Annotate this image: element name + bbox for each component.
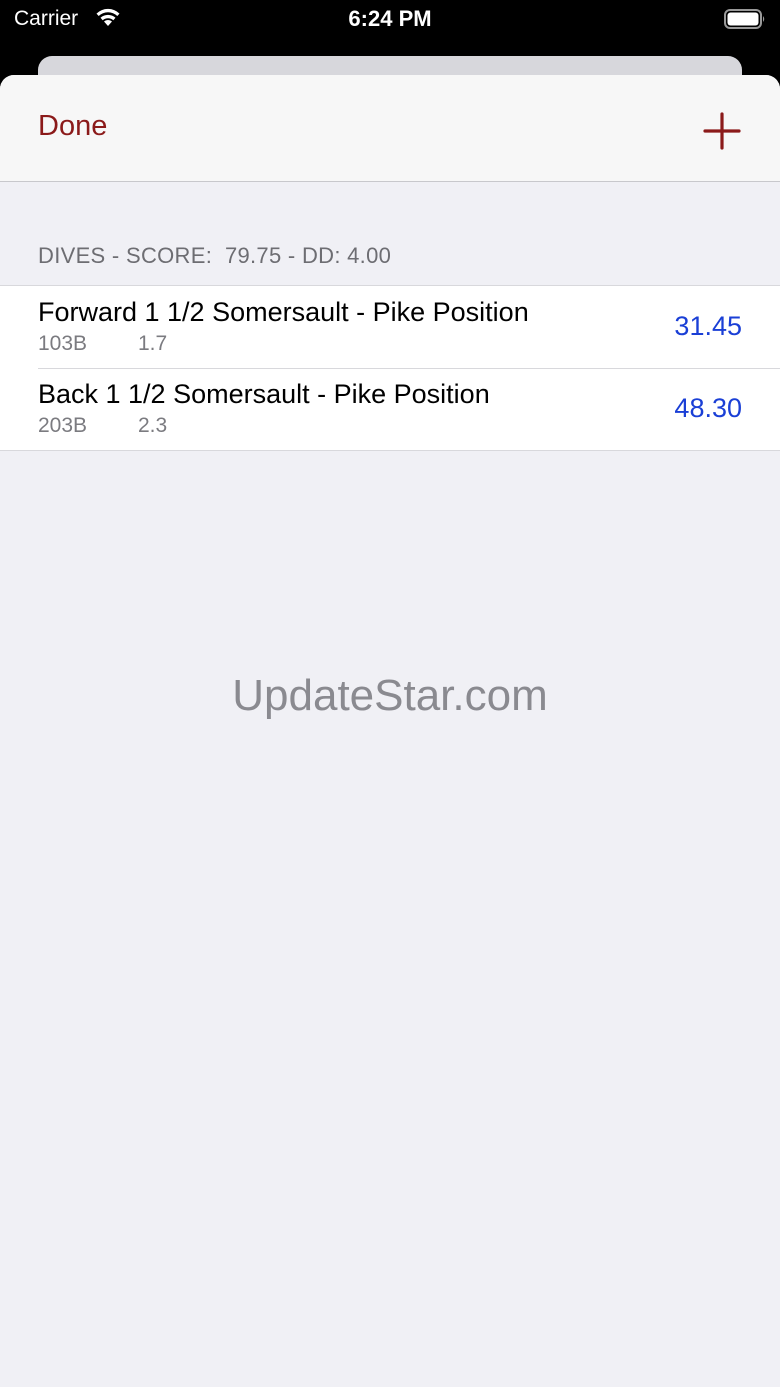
status-bar: Carrier 6:24 PM <box>0 0 780 40</box>
dive-code: 103B <box>38 332 88 355</box>
done-button[interactable]: Done <box>38 110 107 143</box>
plus-icon[interactable] <box>700 109 744 153</box>
dives-table: Forward 1 1/2 Somersault - Pike Position… <box>0 285 780 451</box>
navigation-bar: Done <box>0 75 780 182</box>
battery-icon <box>724 9 765 29</box>
table-row[interactable]: Back 1 1/2 Somersault - Pike Position 20… <box>0 368 780 450</box>
clock: 6:24 PM <box>348 6 432 31</box>
dive-code: 203B <box>38 414 88 437</box>
dive-score: 48.30 <box>674 393 742 423</box>
dive-name: Forward 1 1/2 Somersault - Pike Position <box>38 297 529 327</box>
table-row[interactable]: Forward 1 1/2 Somersault - Pike Position… <box>0 286 780 368</box>
dive-difficulty: 2.3 <box>138 414 168 437</box>
section-header: DIVES - SCORE: 79.75 - DD: 4.00 <box>38 243 392 268</box>
dive-name: Back 1 1/2 Somersault - Pike Position <box>38 379 490 409</box>
watermark: UpdateStar.com <box>232 671 548 720</box>
dive-difficulty: 1.7 <box>138 332 168 355</box>
dive-score: 31.45 <box>674 311 742 341</box>
dives-sheet: Done DIVES - SCORE: 79.75 - DD: 4.00 For… <box>0 75 780 1387</box>
